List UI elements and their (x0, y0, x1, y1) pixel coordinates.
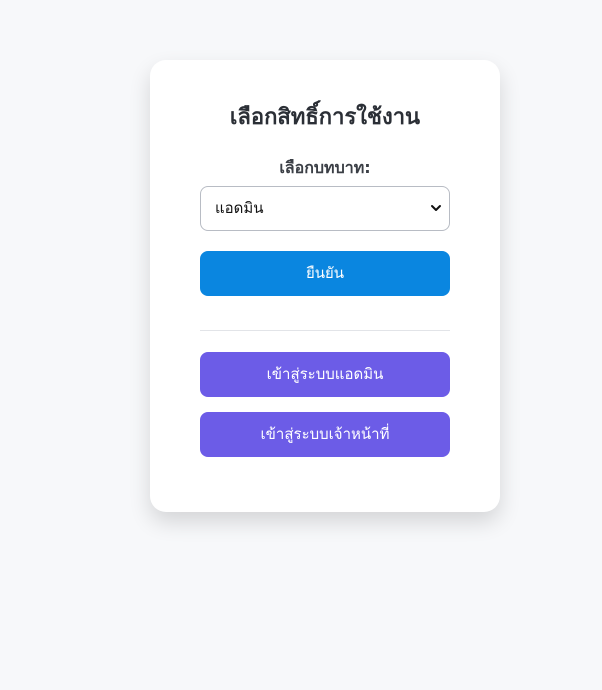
divider (200, 330, 450, 331)
confirm-button[interactable]: ยืนยัน (200, 251, 450, 296)
role-select[interactable]: แอดมิน (200, 186, 450, 231)
page-title: เลือกสิทธิ์การใช้งาน (229, 105, 421, 130)
staff-login-button[interactable]: เข้าสู่ระบบเจ้าหน้าที่ (200, 412, 450, 457)
role-label: เลือกบทบาท: (279, 158, 371, 177)
admin-login-button[interactable]: เข้าสู่ระบบแอดมิน (200, 352, 450, 397)
role-select-value: แอดมิน (215, 199, 264, 217)
role-selection-card: เลือกสิทธิ์การใช้งาน เลือกบทบาท: แอดมิน … (150, 60, 500, 512)
chevron-down-icon (431, 205, 441, 211)
